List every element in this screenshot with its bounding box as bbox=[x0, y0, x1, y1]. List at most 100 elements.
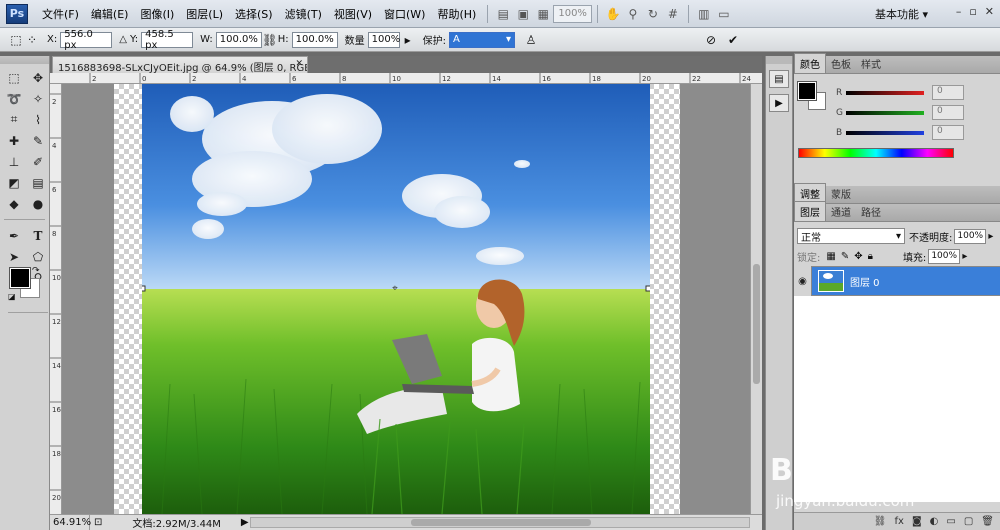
magic-wand-icon[interactable]: ✧ bbox=[27, 89, 49, 108]
healing-brush-icon[interactable]: ✚ bbox=[3, 131, 25, 150]
minimize-icon[interactable]: – bbox=[956, 5, 962, 18]
menu-filter[interactable]: 滤镜(T) bbox=[279, 6, 328, 22]
gradient-tool-icon[interactable]: ▤ bbox=[27, 173, 49, 192]
arrange-documents-icon[interactable]: ▥ bbox=[694, 5, 714, 23]
red-slider[interactable] bbox=[846, 90, 924, 95]
screen-mode-icon[interactable]: ▭ bbox=[714, 5, 734, 23]
protect-skin-icon[interactable]: ♙ bbox=[523, 32, 539, 48]
path-selection-icon[interactable]: ➤ bbox=[3, 247, 25, 266]
tab-styles[interactable]: 样式 bbox=[856, 54, 886, 73]
x-field[interactable]: 556.0 px bbox=[60, 29, 113, 51]
move-tool-icon[interactable]: ✥ bbox=[27, 68, 49, 87]
lasso-tool-icon[interactable]: ➰ bbox=[3, 89, 25, 108]
grid-icon[interactable]: # bbox=[663, 5, 683, 23]
eraser-tool-icon[interactable]: ◩ bbox=[3, 173, 25, 192]
foreground-color-swatch[interactable] bbox=[9, 267, 31, 289]
type-tool-icon[interactable]: T bbox=[27, 226, 49, 245]
color-spectrum[interactable] bbox=[798, 148, 954, 158]
green-value-field[interactable]: 0 bbox=[932, 105, 964, 120]
lock-image-icon[interactable]: ✎ bbox=[841, 251, 849, 262]
brush-tool-icon[interactable]: ✎ bbox=[27, 131, 49, 150]
menu-window[interactable]: 窗口(W) bbox=[378, 6, 431, 22]
layer-row[interactable]: ◉ 图层 0 bbox=[794, 266, 1000, 296]
cancel-transform-icon[interactable]: ⊘ bbox=[703, 32, 719, 48]
tab-swatches[interactable]: 色板 bbox=[826, 54, 856, 73]
layer-style-icon[interactable]: fx bbox=[895, 516, 904, 527]
link-layers-icon[interactable]: ⛓ bbox=[874, 516, 887, 527]
toolbox-grip[interactable] bbox=[0, 56, 49, 64]
marquee-tool-icon[interactable]: ⬚ bbox=[3, 68, 25, 87]
tab-channels[interactable]: 通道 bbox=[826, 202, 856, 221]
workspace-switcher[interactable]: 基本功能 ▾ bbox=[875, 6, 928, 22]
close-icon[interactable]: ✕ bbox=[985, 5, 994, 18]
red-value-field[interactable]: 0 bbox=[932, 85, 964, 100]
menu-layer[interactable]: 图层(L) bbox=[180, 6, 229, 22]
blend-mode-select[interactable]: 正常 ▾ bbox=[797, 228, 905, 244]
amount-arrow-icon[interactable]: ▸ bbox=[400, 32, 416, 48]
new-group-icon[interactable]: ▭ bbox=[946, 516, 955, 527]
hand-tool-icon[interactable]: ✋ bbox=[603, 5, 623, 23]
new-layer-icon[interactable]: ▢ bbox=[964, 516, 973, 527]
fill-field[interactable]: 100% bbox=[928, 248, 961, 264]
restore-icon[interactable]: ▫ bbox=[969, 5, 976, 18]
crop-tool-icon[interactable]: ⌗ bbox=[3, 110, 25, 129]
visibility-eye-icon[interactable]: ◉ bbox=[794, 266, 812, 296]
menu-edit[interactable]: 编辑(E) bbox=[85, 6, 135, 22]
zoom-percent-field[interactable]: 64.91% bbox=[50, 514, 91, 530]
dodge-tool-icon[interactable]: ● bbox=[27, 194, 49, 213]
history-brush-icon[interactable]: ✐ bbox=[27, 152, 49, 171]
panel-foreground-swatch[interactable] bbox=[797, 81, 817, 101]
green-slider[interactable] bbox=[846, 110, 924, 115]
delete-layer-icon[interactable]: 🗑︎ bbox=[981, 516, 994, 527]
rotate-view-icon[interactable]: ↻ bbox=[643, 5, 663, 23]
opacity-arrow-icon[interactable]: ▸ bbox=[988, 231, 993, 242]
y-field[interactable]: 458.5 px bbox=[141, 29, 194, 51]
menu-image[interactable]: 图像(I) bbox=[134, 6, 180, 22]
vertical-scrollbar[interactable] bbox=[750, 84, 762, 514]
tab-masks[interactable]: 蒙版 bbox=[826, 184, 856, 203]
default-colors-icon[interactable]: ◪ bbox=[8, 292, 16, 301]
tab-color[interactable]: 颜色 bbox=[794, 53, 826, 73]
document-tab[interactable]: 1516883698-SLxCJyOEit.jpg @ 64.9% (图层 0,… bbox=[52, 56, 308, 73]
status-zoom-icon[interactable]: ⊡ bbox=[94, 517, 102, 528]
blue-value-field[interactable]: 0 bbox=[932, 125, 964, 140]
adjustment-layer-icon[interactable]: ◐ bbox=[930, 516, 939, 527]
lock-position-icon[interactable]: ✥ bbox=[854, 251, 862, 262]
blur-tool-icon[interactable]: ◆ bbox=[3, 194, 25, 213]
status-menu-arrow-icon[interactable]: ▶ bbox=[241, 517, 249, 528]
tab-layers[interactable]: 图层 bbox=[794, 201, 826, 221]
height-field[interactable]: 100.0% bbox=[291, 31, 338, 48]
blue-slider[interactable] bbox=[846, 130, 924, 135]
transform-tool-icon[interactable]: ⬚ bbox=[8, 32, 24, 48]
zoom-tool-icon[interactable]: ⚲ bbox=[623, 5, 643, 23]
pen-tool-icon[interactable]: ✒ bbox=[3, 226, 25, 245]
lock-transparent-icon[interactable]: ▦ bbox=[826, 251, 835, 262]
canvas[interactable]: ⌖ bbox=[62, 84, 750, 514]
menu-select[interactable]: 选择(S) bbox=[229, 6, 279, 22]
amount-field[interactable]: 100% bbox=[367, 31, 400, 48]
commit-transform-icon[interactable]: ✔ bbox=[725, 32, 741, 48]
add-mask-icon[interactable]: ◙ bbox=[912, 516, 922, 527]
menu-file[interactable]: 文件(F) bbox=[36, 6, 85, 22]
panel-grip[interactable] bbox=[766, 56, 792, 64]
clone-stamp-icon[interactable]: ⊥ bbox=[3, 152, 25, 171]
eyedropper-icon[interactable]: ⌇ bbox=[27, 110, 49, 129]
tab-adjustments[interactable]: 调整 bbox=[794, 183, 826, 203]
horizontal-scroll-thumb[interactable] bbox=[411, 519, 591, 526]
reference-point-icon[interactable]: ⁘ bbox=[24, 32, 40, 48]
zoom-level-field[interactable]: 100% bbox=[553, 4, 592, 23]
menu-view[interactable]: 视图(V) bbox=[328, 6, 378, 22]
bridge-icon[interactable]: ▤ bbox=[493, 5, 513, 23]
fill-arrow-icon[interactable]: ▸ bbox=[962, 251, 967, 262]
link-icon[interactable]: ⛓ bbox=[262, 32, 278, 48]
horizontal-scrollbar[interactable] bbox=[250, 517, 750, 528]
mini-bridge-icon[interactable]: ▣ bbox=[513, 5, 533, 23]
swap-colors-icon[interactable]: ↷ bbox=[32, 266, 40, 276]
opacity-field[interactable]: 100% bbox=[954, 228, 987, 244]
view-extras-icon[interactable]: ▦ bbox=[533, 5, 553, 23]
shape-tool-icon[interactable]: ⬠ bbox=[27, 247, 49, 266]
actions-panel-icon[interactable]: ▶ bbox=[769, 94, 789, 112]
tab-paths[interactable]: 路径 bbox=[856, 202, 886, 221]
width-field[interactable]: 100.0% bbox=[215, 31, 262, 48]
close-tab-icon[interactable]: ✕ bbox=[295, 59, 303, 69]
